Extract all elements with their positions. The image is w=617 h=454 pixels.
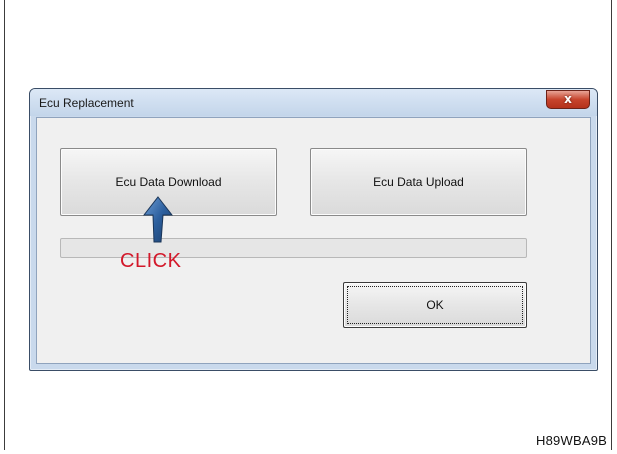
focus-ring bbox=[347, 286, 523, 324]
close-button[interactable]: x bbox=[546, 90, 590, 109]
title-bar[interactable]: Ecu Replacement x bbox=[30, 89, 597, 116]
pointer-arrow-icon bbox=[143, 196, 173, 243]
ecu-data-upload-button[interactable]: Ecu Data Upload bbox=[310, 148, 527, 216]
window-title: Ecu Replacement bbox=[39, 96, 134, 110]
ok-button[interactable]: OK bbox=[343, 282, 527, 328]
close-icon: x bbox=[564, 92, 572, 106]
upload-button-label: Ecu Data Upload bbox=[373, 175, 464, 189]
figure-code: H89WBA9B bbox=[536, 433, 607, 448]
download-button-label: Ecu Data Download bbox=[115, 175, 222, 189]
dialog-body: Ecu Data Download Ecu Data Upload OK bbox=[36, 117, 591, 364]
click-annotation-label: CLICK bbox=[120, 250, 182, 272]
ecu-replacement-dialog: Ecu Replacement x Ecu Data Download Ecu … bbox=[29, 88, 598, 371]
